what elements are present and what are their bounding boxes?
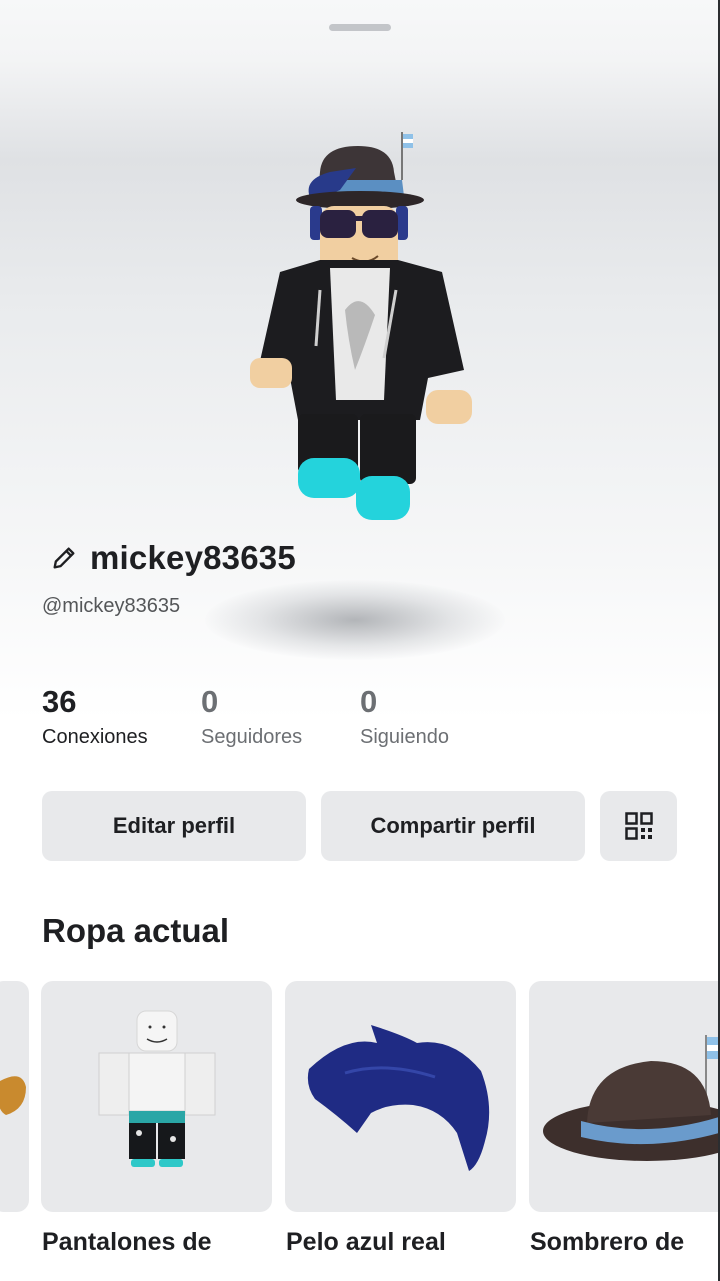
pencil-edit-icon[interactable] [50, 544, 78, 572]
avatar-shadow [205, 580, 505, 660]
stat-connections-label: Conexiones [42, 726, 148, 748]
current-outfit-title: Ropa actual [42, 912, 230, 949]
share-profile-button[interactable]: Compartir perfil [321, 791, 585, 861]
outfit-item-name[interactable]: Pantalones de [42, 1228, 212, 1257]
display-name: mickey83635 [90, 539, 296, 576]
stat-following-value: 0 [360, 684, 378, 719]
username: @mickey83635 [42, 595, 181, 617]
hair-thumbnail [307, 1025, 490, 1171]
stat-following[interactable]: 0 Siguiendo [360, 682, 519, 749]
outfit-item-card-partial[interactable] [0, 981, 29, 1212]
item-thumbnail [0, 1076, 26, 1115]
outfit-item-card[interactable] [41, 981, 272, 1212]
outfit-item-card[interactable] [285, 981, 516, 1212]
profile-stats: 36 Conexiones 0 Seguidores 0 Siguiendo [42, 682, 519, 749]
pants-thumbnail [98, 1010, 216, 1167]
qr-code-icon [624, 812, 653, 840]
stat-following-label: Siguiendo [360, 726, 449, 748]
stat-followers-label: Seguidores [201, 726, 303, 748]
hat-thumbnail [543, 1035, 720, 1161]
outfit-item-name[interactable]: Sombrero de [530, 1228, 684, 1257]
stat-followers-value: 0 [201, 684, 219, 719]
outfit-item-name[interactable]: Pelo azul real [286, 1228, 446, 1257]
sheet-grab-handle[interactable] [329, 24, 391, 31]
stat-followers[interactable]: 0 Seguidores [201, 682, 360, 749]
edit-profile-button[interactable]: Editar perfil [42, 791, 306, 861]
display-name-row[interactable]: mickey83635 [50, 536, 296, 580]
profile-sheet: mickey83635 @mickey83635 36 Conexiones 0… [0, 0, 720, 1281]
avatar-3d-figure[interactable] [180, 110, 540, 550]
stat-connections-value: 36 [42, 684, 77, 719]
outfit-item-card[interactable] [529, 981, 720, 1212]
qr-code-button[interactable] [600, 791, 677, 861]
stat-connections[interactable]: 36 Conexiones [42, 682, 201, 749]
